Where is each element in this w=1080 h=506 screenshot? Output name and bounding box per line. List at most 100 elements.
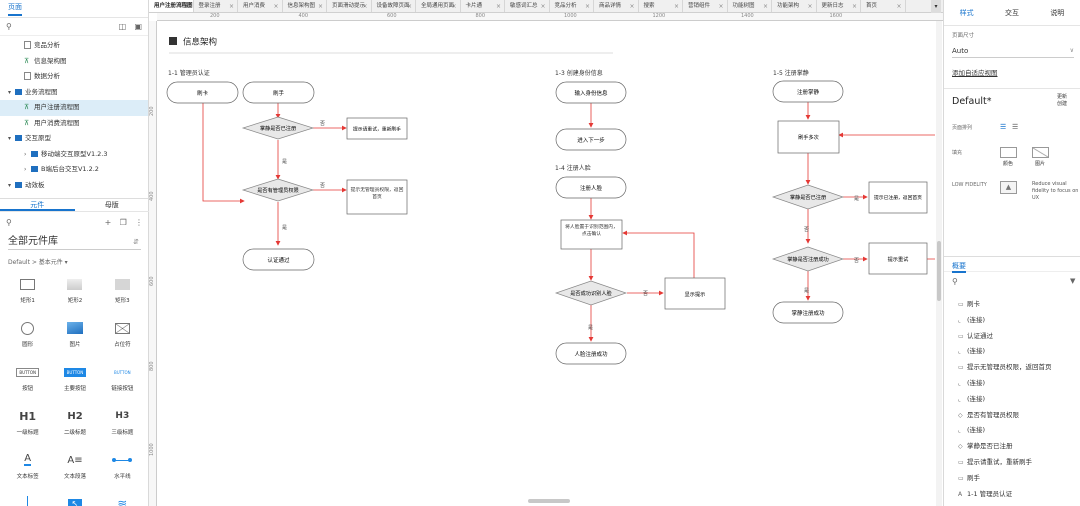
outline-item[interactable]: ▭ 刷手 [944, 471, 1080, 487]
close-icon[interactable]: × [540, 0, 545, 12]
outline-item[interactable]: ▭ 刷卡 [944, 297, 1080, 313]
widget-link-button[interactable]: BUTTON 链接按钮 [99, 363, 146, 393]
close-icon[interactable]: × [585, 0, 590, 12]
widget-text-label[interactable]: A 文本标签 [4, 451, 51, 481]
close-icon[interactable]: × [496, 0, 501, 12]
outline-item[interactable]: ⌞ (连接) [944, 392, 1080, 408]
close-icon[interactable]: × [807, 0, 812, 12]
widget-paragraph[interactable]: A≡ 文本段落 [51, 451, 98, 481]
outline-item[interactable]: ⌞ (连接) [944, 313, 1080, 329]
chevron-down-icon[interactable]: ▾ [8, 131, 15, 147]
outline-item[interactable]: ⌞ (连接) [944, 344, 1080, 360]
library-breadcrumb[interactable]: Default > 基本元件 ▾ [8, 257, 68, 266]
add-library-icon[interactable]: + [105, 218, 112, 227]
page-size-select[interactable]: Auto ∨ [952, 44, 1074, 58]
page-tab[interactable]: × 敏感词汇总 [505, 0, 550, 12]
tab-interaction[interactable]: 交互 [989, 8, 1034, 18]
close-icon[interactable]: × [718, 0, 723, 12]
widget-h3[interactable]: H3 三级标题 [99, 407, 146, 437]
page-tab[interactable]: × 卡片通 [461, 0, 505, 12]
widget-button[interactable]: BUTTON 按钮 [4, 363, 51, 393]
horizontal-scroll-thumb[interactable] [528, 499, 570, 503]
page-tab[interactable]: × 页面滑动提示 [327, 0, 372, 12]
page-tab[interactable]: × 全局通用页面 [416, 0, 461, 12]
widget-primary-button[interactable]: BUTTON 主要按钮 [51, 363, 98, 393]
library-select[interactable]: 全部元件库 ⇵ [8, 234, 141, 250]
page-tree-item[interactable]: ⊼ 信息架构图 [0, 54, 148, 70]
close-icon[interactable]: × [896, 0, 901, 12]
tabs-menu-icon[interactable]: ▾ [931, 0, 941, 13]
page-tab[interactable]: × 功能架构 [772, 0, 817, 12]
page-tab[interactable]: × 营销组件 [683, 0, 728, 12]
close-icon[interactable]: × [273, 0, 278, 12]
search-icon[interactable]: ⚲ [6, 22, 12, 31]
widget-vline[interactable] [4, 495, 51, 506]
page-tree-item[interactable]: ▾ 业务流程图 [0, 85, 148, 101]
widget-h2[interactable]: H2 二级标题 [51, 407, 98, 437]
page-tab[interactable]: × 竞品分析 [550, 0, 594, 12]
tab-components[interactable]: 元件 [0, 199, 75, 211]
align-center-icon[interactable]: ☰ [1012, 123, 1018, 131]
close-icon[interactable]: × [318, 0, 323, 12]
widget-layers[interactable]: ≋ [99, 495, 146, 506]
outline-item[interactable]: A 1-1 管理员认证 [944, 487, 1080, 503]
close-icon[interactable]: × [852, 0, 857, 12]
page-tree-item[interactable]: ⊼ 用户消费流程图 [0, 116, 148, 132]
tab-masters[interactable]: 母版 [75, 199, 150, 211]
close-icon[interactable]: × [629, 0, 634, 12]
widget-h1[interactable]: H1 一级标题 [4, 407, 51, 437]
page-tree-item[interactable]: ⊼ 用户注册流程图 [0, 100, 148, 116]
page-tree-item[interactable]: 竞品分析 [0, 38, 148, 54]
outline-item[interactable]: ⌞ (连接) [944, 376, 1080, 392]
fill-image-swatch[interactable] [1032, 147, 1049, 158]
close-icon[interactable]: × [674, 0, 679, 12]
widget-rect-gray[interactable]: 矩形2 [51, 275, 98, 305]
page-tab[interactable]: × 商品详情 [594, 0, 639, 12]
filter-icon[interactable]: ▼ [1070, 277, 1075, 285]
tab-outline[interactable]: 概要 [952, 261, 966, 273]
update-create-style[interactable]: 更新 创建 [1057, 94, 1067, 108]
page-tab[interactable]: × 搜索 [639, 0, 683, 12]
more-icon[interactable]: ⋮ [135, 218, 143, 227]
close-icon[interactable]: × [763, 0, 768, 12]
widget-circle[interactable]: 圆形 [4, 319, 51, 349]
widget-placeholder[interactable]: 占位符 [99, 319, 146, 349]
add-folder-icon[interactable]: ▣ [134, 22, 142, 31]
page-tab[interactable]: × 首页 [861, 0, 906, 12]
outline-item[interactable]: ▭ 认证通过 [944, 329, 1080, 345]
tab-notes[interactable]: 说明 [1035, 8, 1080, 18]
chevron-down-icon[interactable]: ▾ [8, 85, 15, 101]
chevron-down-icon[interactable]: › [24, 147, 31, 163]
page-tab[interactable]: × 更新日志 [817, 0, 861, 12]
outline-item[interactable]: ◇ 是否有管理员权限 [944, 408, 1080, 424]
tab-style[interactable]: 样式 [944, 8, 989, 18]
chevron-down-icon[interactable]: ▾ [8, 178, 15, 194]
align-left-icon[interactable]: ☰ [1000, 123, 1006, 131]
outline-item[interactable]: ⌞ (连接) [944, 423, 1080, 439]
library-copy-icon[interactable]: ❐ [120, 218, 127, 227]
outline-item[interactable]: ▭ 提示无管理员权限，返回首页 [944, 360, 1080, 376]
pages-tab[interactable]: 页面 [8, 2, 22, 16]
page-tree-item[interactable]: › B端后台交互V1.2.2 [0, 162, 148, 178]
page-tab[interactable]: × 设备故障页面 [372, 0, 416, 12]
chevron-down-icon[interactable]: › [24, 162, 31, 178]
low-fidelity-toggle[interactable]: ▲ [1000, 181, 1017, 194]
page-tab[interactable]: × 用户消费 [238, 0, 283, 12]
page-tab[interactable]: × 登录注册 [194, 0, 238, 12]
outline-item[interactable]: ◇ 掌静是否已注册 [944, 439, 1080, 455]
vertical-scroll-thumb[interactable] [937, 241, 941, 301]
search-icon[interactable]: ⚲ [6, 218, 12, 227]
close-icon[interactable]: × [229, 0, 234, 12]
add-page-icon[interactable]: ◫ [119, 22, 127, 31]
widget-rect[interactable]: 矩形1 [4, 275, 51, 305]
style-name[interactable]: Default* [952, 96, 991, 107]
fill-color-swatch[interactable] [1000, 147, 1017, 158]
page-tree-item[interactable]: › 移动端交互原型V1.2.3 [0, 147, 148, 163]
canvas-vertical-scrollbar[interactable] [936, 21, 942, 506]
add-adaptive-view-link[interactable]: 添加自适应视图 [952, 67, 998, 77]
widget-hotspot[interactable]: ↖ [51, 495, 98, 506]
page-tab[interactable]: × 功能树图 [728, 0, 772, 12]
search-icon[interactable]: ⚲ [952, 277, 958, 286]
page-tree-item[interactable]: ▾ 动效板 [0, 178, 148, 194]
page-tree-item[interactable]: 数据分析 [0, 69, 148, 85]
